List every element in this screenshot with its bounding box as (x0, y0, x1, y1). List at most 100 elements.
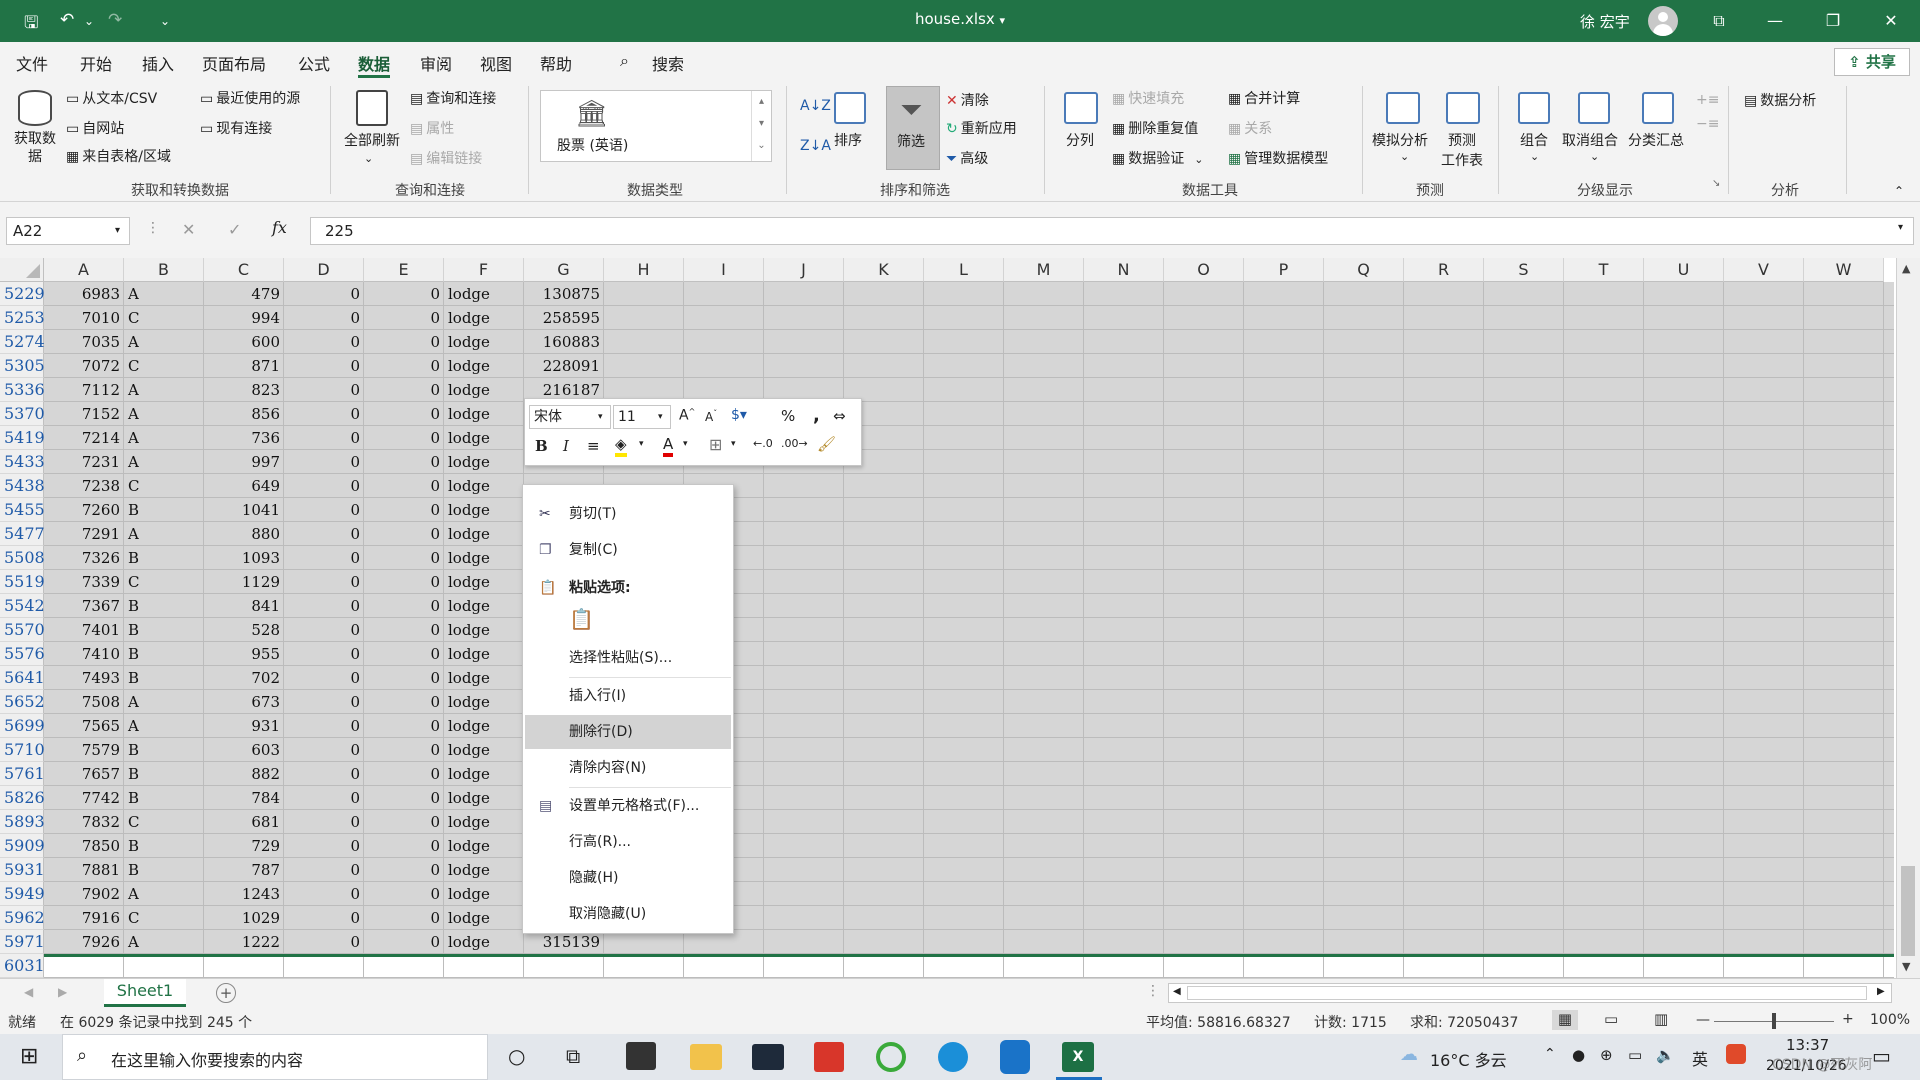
cell-e[interactable]: 0 (364, 834, 440, 858)
text-to-columns-button[interactable]: 分列 (1066, 130, 1094, 150)
cell-a[interactable]: 7035 (44, 330, 120, 354)
manage-data-model-button[interactable]: ▦ 管理数据模型 (1228, 148, 1328, 168)
worksheet-grid[interactable]: ABCDEFGHIJKLMNOPQRSTUVW 5229 5253 5274 5305… (0, 258, 1920, 978)
zoom-slider-thumb[interactable] (1772, 1013, 1776, 1029)
cell-d[interactable]: 0 (284, 642, 360, 666)
column-header[interactable]: R (1404, 258, 1484, 282)
column-header[interactable]: A (44, 258, 124, 282)
page-break-view-icon[interactable]: ▥ (1654, 1010, 1668, 1028)
cell-e[interactable]: 0 (364, 714, 440, 738)
cell-b[interactable]: A (128, 690, 139, 714)
chevron-down-icon[interactable]: ⌄ (1530, 150, 1539, 163)
prev-sheet-icon[interactable]: ◀ (24, 985, 33, 999)
cell-f[interactable]: lodge (448, 714, 490, 738)
cell-e[interactable]: 0 (364, 450, 440, 474)
cell-g[interactable] (524, 954, 600, 978)
cell-e[interactable]: 0 (364, 594, 440, 618)
taskbar-search-box[interactable]: ⌕ 在这里输入你要搜索的内容 (62, 1034, 488, 1080)
cell-c[interactable]: 994 (204, 306, 280, 330)
cell-c[interactable]: 603 (204, 738, 280, 762)
cell-b[interactable]: B (128, 738, 139, 762)
row-header[interactable]: 5570 (0, 618, 45, 642)
cell-f[interactable]: lodge (448, 666, 490, 690)
decrease-decimal-icon[interactable]: .00→ (781, 437, 808, 450)
cell-d[interactable]: 0 (284, 330, 360, 354)
qq-icon[interactable]: ● (1572, 1046, 1585, 1064)
cell-d[interactable]: 0 (284, 786, 360, 810)
status-sum[interactable]: 求和: 72050437 (1410, 1012, 1518, 1032)
row-header[interactable]: 5438 (0, 474, 45, 498)
cell-e[interactable]: 0 (364, 498, 440, 522)
recent-sources-button[interactable]: ▭ 最近使用的源 (200, 88, 300, 108)
queries-connections-button[interactable]: ▤ 查询和连接 (410, 88, 496, 108)
row-header[interactable]: 5893 (0, 810, 45, 834)
cell-a[interactable]: 7401 (44, 618, 120, 642)
cell-c[interactable]: 1029 (204, 906, 280, 930)
cell-d[interactable]: 0 (284, 498, 360, 522)
cell-d[interactable]: 0 (284, 666, 360, 690)
volume-icon[interactable]: 🔈 (1656, 1046, 1675, 1064)
row-header[interactable]: 5455 (0, 498, 45, 522)
what-if-analysis-button[interactable]: 模拟分析 (1372, 130, 1428, 150)
cell-a[interactable]: 7291 (44, 522, 120, 546)
cell-f[interactable]: lodge (448, 690, 490, 714)
paste-icon[interactable]: 📋 (569, 607, 599, 637)
menu-item-row-height[interactable]: 行高(R)... (523, 825, 733, 859)
cell-d[interactable]: 0 (284, 834, 360, 858)
row-header[interactable]: 5305 (0, 354, 45, 378)
cell-c[interactable]: 702 (204, 666, 280, 690)
cell-c[interactable]: 600 (204, 330, 280, 354)
increase-font-icon[interactable]: A^ (679, 407, 695, 424)
cell-c[interactable]: 673 (204, 690, 280, 714)
tab-review[interactable]: 审阅 (420, 51, 452, 75)
tab-insert[interactable]: 插入 (142, 51, 174, 75)
row-header[interactable]: 5962 (0, 906, 45, 930)
column-header[interactable]: T (1564, 258, 1644, 282)
cell-c[interactable] (204, 954, 280, 978)
app-red-icon[interactable] (814, 1042, 844, 1072)
cell-b[interactable]: A (128, 882, 139, 906)
cell-b[interactable]: A (128, 522, 139, 546)
chevron-down-icon[interactable]: ⌄ (1590, 150, 1599, 163)
align-center-icon[interactable]: ≡ (587, 437, 600, 455)
cell-c[interactable]: 955 (204, 642, 280, 666)
bold-icon[interactable]: B (535, 437, 548, 455)
chevron-down-icon[interactable]: ▾ (658, 406, 663, 428)
cell-f[interactable]: lodge (448, 498, 490, 522)
subtotal-button[interactable]: 分类汇总 (1628, 130, 1684, 150)
row-header[interactable]: 5826 (0, 786, 45, 810)
subtotal-icon[interactable] (1642, 92, 1674, 124)
menu-item-clear-contents[interactable]: 清除内容(N) (523, 751, 733, 785)
cell-c[interactable]: 729 (204, 834, 280, 858)
chevron-down-icon[interactable]: ▾ (639, 439, 644, 449)
sort-descending-icon[interactable]: Z↓A (800, 138, 831, 154)
cell-g[interactable]: 228091 (524, 354, 600, 378)
increase-decimal-icon[interactable]: ←.0 (753, 437, 773, 450)
borders-icon[interactable]: ⊞ (709, 435, 722, 454)
get-data-icon[interactable] (18, 90, 52, 126)
relationships-button[interactable]: ▦ 关系 (1228, 118, 1272, 138)
cell-e[interactable]: 0 (364, 306, 440, 330)
sheet-tab-sheet1[interactable]: Sheet1 (104, 979, 186, 1007)
menu-item-delete-row[interactable]: 删除行(D) (525, 715, 731, 749)
from-table-range-button[interactable]: ▦ 来自表格/区域 (66, 146, 171, 166)
cell-b[interactable]: B (128, 666, 139, 690)
column-header[interactable]: D (284, 258, 364, 282)
cell-e[interactable]: 0 (364, 474, 440, 498)
cell-f[interactable]: lodge (448, 402, 490, 426)
cell-f[interactable]: lodge (448, 594, 490, 618)
cell-f[interactable]: lodge (448, 642, 490, 666)
row-header[interactable]: 5761 (0, 762, 45, 786)
normal-view-icon[interactable]: ▦ (1552, 1010, 1578, 1030)
cell-c[interactable]: 1129 (204, 570, 280, 594)
cell-a[interactable]: 7260 (44, 498, 120, 522)
cell-f[interactable]: lodge (448, 450, 490, 474)
from-text-csv-button[interactable]: ▭ 从文本/CSV (66, 88, 157, 108)
collapse-ribbon-icon[interactable]: ⌃ (1894, 184, 1904, 198)
from-web-button[interactable]: ▭ 自网站 (66, 118, 124, 138)
zoom-in-button[interactable]: + (1842, 1011, 1854, 1027)
mysql-icon[interactable] (752, 1044, 784, 1070)
cell-b[interactable]: C (128, 810, 139, 834)
show-hidden-icons-icon[interactable]: ⌃ (1544, 1046, 1556, 1062)
cell-e[interactable]: 0 (364, 378, 440, 402)
